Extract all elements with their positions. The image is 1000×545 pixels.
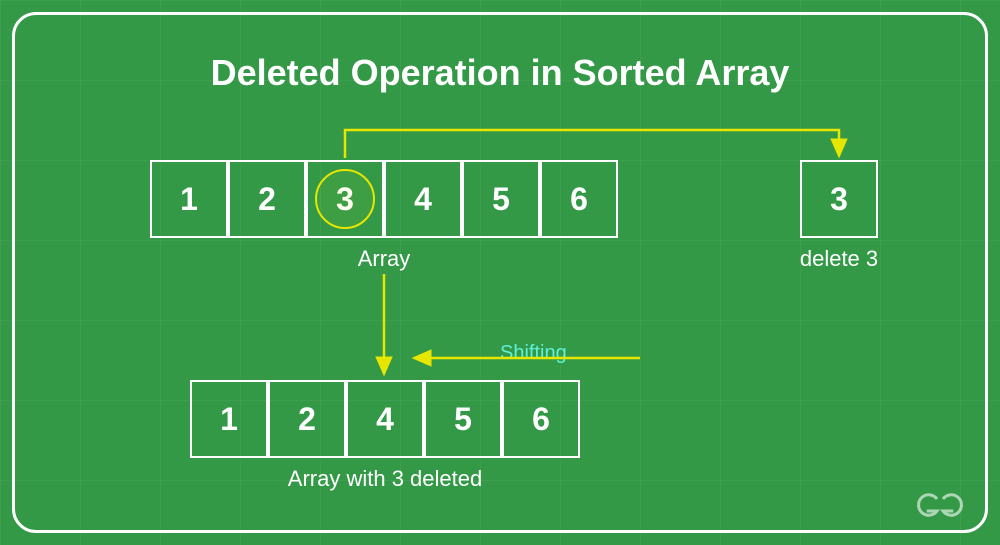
- deleted-element-cell: 3: [800, 160, 878, 238]
- original-array-cell: 5: [462, 160, 540, 238]
- deleted-element-label: delete 3: [780, 246, 898, 272]
- result-array-cell: 2: [268, 380, 346, 458]
- original-array-cell: 6: [540, 160, 618, 238]
- highlight-circle: [315, 169, 375, 229]
- result-array-label: Array with 3 deleted: [190, 466, 580, 492]
- original-array-cell: 2: [228, 160, 306, 238]
- diagram-title: Deleted Operation in Sorted Array: [0, 52, 1000, 94]
- original-array-cell: 4: [384, 160, 462, 238]
- result-array-cell: 5: [424, 380, 502, 458]
- gfg-logo-icon: [910, 487, 970, 523]
- result-array-cell: 4: [346, 380, 424, 458]
- original-array-cell: 1: [150, 160, 228, 238]
- original-array-label: Array: [150, 246, 618, 272]
- shifting-label: Shifting: [500, 342, 567, 365]
- result-array-cell: 1: [190, 380, 268, 458]
- result-array-cell: 6: [502, 380, 580, 458]
